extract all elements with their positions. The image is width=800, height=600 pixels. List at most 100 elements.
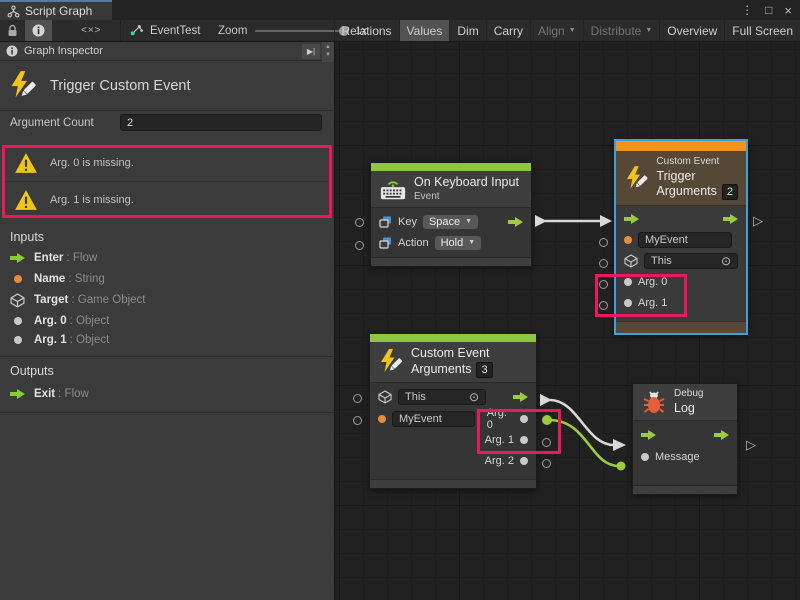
input-row-arg0: Arg. 0 : Object [10, 312, 325, 330]
distribute-dropdown[interactable]: Distribute ▼ [583, 20, 660, 41]
graph-asset-icon [129, 23, 144, 38]
key-dropdown[interactable]: Space ▼ [423, 215, 478, 229]
node-on-keyboard-input[interactable]: On Keyboard Input Event Key Space ▼ [370, 162, 532, 267]
chevron-down-icon: ▼ [645, 27, 652, 34]
pane-scroll-buttons[interactable]: ▲ ▼ [322, 42, 334, 62]
info-icon [32, 24, 45, 37]
node-title-line2: Trigger [656, 169, 738, 185]
input-row-target: Target : Game Object [10, 291, 325, 309]
input-row-enter: Enter : Flow [10, 249, 325, 267]
code-preview-button[interactable]: <×> [74, 20, 109, 41]
overview-button[interactable]: Overview [659, 20, 724, 41]
align-dropdown[interactable]: Align ▼ [530, 20, 583, 41]
node-debug-log[interactable]: Debug Log Message [632, 383, 738, 495]
info-icon [6, 45, 18, 57]
node-category: Custom Event [411, 346, 493, 362]
object-picker-icon[interactable]: ⊙ [721, 255, 731, 267]
object-port-icon [14, 336, 22, 344]
scroll-up-icon: ▲ [325, 44, 331, 52]
code-icon: <×> [81, 25, 102, 36]
section-divider [0, 412, 334, 413]
graph-toolbar: <×> EventTest Zoom 1x Relations [0, 20, 800, 42]
window-menu-icon[interactable]: ⋮ [741, 3, 753, 17]
dock-icon[interactable]: ▶| [302, 44, 320, 59]
string-port-icon [14, 275, 22, 283]
argument-count-label: Argument Count [10, 117, 94, 129]
graph-inspector-panel: Graph Inspector ▶| ▲ ▼ Trigger Custom Ev… [0, 42, 335, 600]
bug-icon [641, 389, 667, 415]
output-row-exit: Exit : Flow [10, 385, 325, 403]
annotation-trigger-args [595, 274, 687, 317]
gameobject-cube-icon [378, 390, 392, 404]
port-target-input[interactable] [353, 394, 362, 403]
target-field[interactable]: This ⊙ [644, 253, 738, 269]
flow-in-port[interactable] [641, 430, 656, 440]
action-dropdown[interactable]: Hold ▼ [435, 236, 482, 250]
port-event-name-input[interactable] [599, 238, 608, 247]
port-event-name-input[interactable] [353, 416, 362, 425]
flow-out-port[interactable] [723, 214, 738, 224]
full-screen-button[interactable]: Full Screen [724, 20, 800, 41]
chevron-down-icon: ▼ [468, 239, 475, 246]
port-flow-out-unconnected[interactable]: ▷ [753, 214, 763, 227]
close-icon[interactable]: × [784, 3, 792, 18]
string-port-icon [378, 415, 386, 423]
zoom-label: Zoom [218, 25, 247, 37]
flow-out-port[interactable] [714, 430, 729, 440]
event-name-field[interactable]: MyEvent [638, 232, 732, 248]
message-label: Message [655, 451, 700, 463]
graph-reference[interactable]: EventTest [120, 20, 201, 41]
scroll-down-icon: ▼ [325, 52, 331, 60]
key-label: Key [398, 216, 417, 228]
input-row-name: Name : String [10, 270, 325, 288]
node-colorbar [616, 141, 746, 151]
object-port-icon [641, 453, 649, 461]
node-footer [616, 321, 746, 333]
tab-script-graph[interactable]: Script Graph [0, 0, 112, 20]
flow-arrow-icon [10, 253, 25, 263]
tab-label: Script Graph [25, 4, 92, 18]
port-key-input[interactable] [355, 218, 364, 227]
node-category: Debug [674, 388, 703, 401]
flow-out-port[interactable] [513, 392, 528, 402]
inspector-toggle-button[interactable] [25, 20, 52, 41]
node-subtitle: Event [414, 191, 519, 204]
object-picker-icon[interactable]: ⊙ [469, 391, 479, 403]
action-label: Action [398, 237, 429, 249]
annotation-warnings [2, 145, 332, 218]
lock-button[interactable] [0, 20, 25, 41]
flow-out-port[interactable] [508, 217, 523, 227]
lock-icon [7, 24, 18, 37]
gameobject-cube-icon [10, 293, 25, 308]
unity-script-graph-window: Script Graph ⋮ □ × [0, 0, 800, 600]
gameobject-cube-icon [624, 254, 638, 268]
relations-button[interactable]: Relations [334, 20, 399, 41]
script-graph-icon [7, 5, 20, 18]
target-field[interactable]: This ⊙ [398, 389, 486, 405]
argument-count-badge[interactable]: 3 [476, 362, 492, 378]
flow-in-port[interactable] [624, 214, 639, 224]
argument-count-input[interactable]: 2 [120, 114, 322, 131]
maximize-icon[interactable]: □ [765, 3, 772, 17]
event-name-field[interactable]: MyEvent [392, 411, 475, 427]
chevron-down-icon: ▼ [569, 27, 576, 34]
literal-icon [379, 237, 392, 249]
port-target-input[interactable] [599, 259, 608, 268]
chevron-down-icon: ▼ [465, 218, 472, 225]
string-port-icon [624, 236, 632, 244]
section-divider [0, 356, 334, 357]
custom-event-icon [8, 70, 38, 101]
port-arg2-output[interactable] [542, 459, 551, 468]
warnings-annotation: Arg. 0 is missing. Arg. 1 is missing. [2, 145, 332, 218]
argument-count-badge[interactable]: 2 [722, 184, 738, 200]
inspector-header-title: Graph Inspector [24, 45, 103, 57]
values-button[interactable]: Values [399, 20, 450, 41]
node-colorbar [371, 163, 531, 171]
node-footer [370, 479, 536, 488]
inspector-node-title: Trigger Custom Event [50, 78, 190, 94]
port-action-input[interactable] [355, 241, 364, 250]
node-title: On Keyboard Input [414, 175, 519, 191]
carry-button[interactable]: Carry [486, 20, 530, 41]
dim-button[interactable]: Dim [449, 20, 485, 41]
port-flow-out-unconnected[interactable]: ▷ [746, 438, 756, 451]
